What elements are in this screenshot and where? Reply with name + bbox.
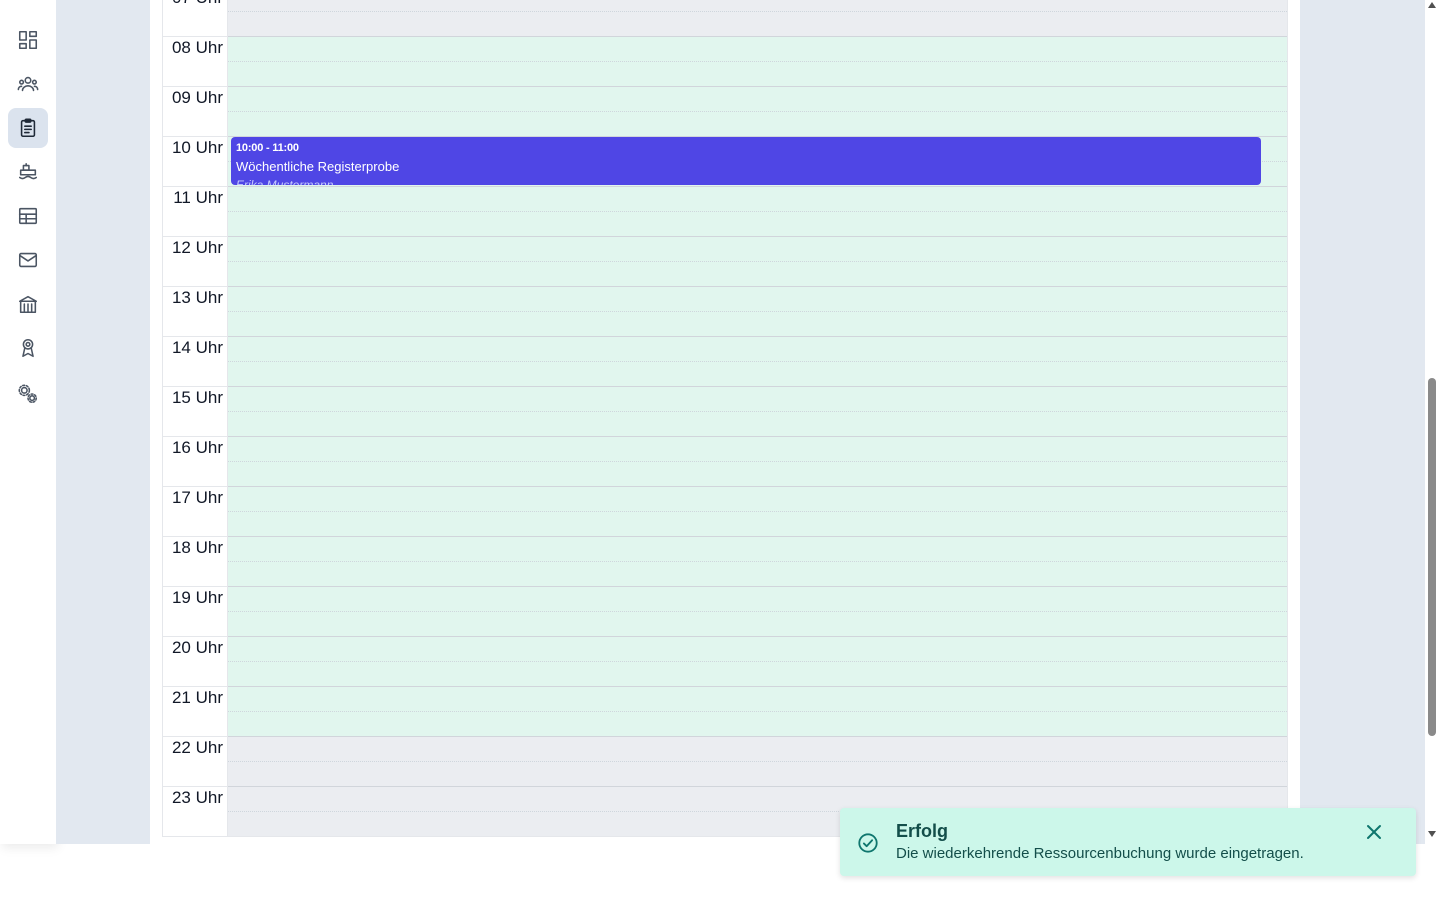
nav-dashboard[interactable] xyxy=(8,20,48,60)
day-calendar: 07 Uhr 08 Uhr 09 Uhr 10 Uhr 11 Uhr 12 Uhr 13 U… xyxy=(162,0,1288,837)
time-slot[interactable] xyxy=(228,686,1287,736)
hour-label: 13 Uhr xyxy=(171,288,223,307)
hour-label-cell: 18 Uhr xyxy=(163,536,228,586)
event-time: 10:00 - 11:00 xyxy=(236,142,299,154)
hour-label: 17 Uhr xyxy=(171,488,223,507)
scroll-up-arrow-icon[interactable] xyxy=(1428,2,1436,8)
scroll-down-arrow-icon[interactable] xyxy=(1428,831,1436,837)
hour-label: 14 Uhr xyxy=(171,338,223,357)
nav-settings[interactable] xyxy=(8,374,48,414)
scroll-thumb[interactable] xyxy=(1428,378,1436,736)
dashboard-icon xyxy=(18,30,38,50)
hour-label: 22 Uhr xyxy=(171,738,223,757)
hour-label: 21 Uhr xyxy=(171,688,223,707)
hour-label-cell: 14 Uhr xyxy=(163,336,228,386)
time-slot[interactable] xyxy=(228,436,1287,486)
hour-label-cell: 20 Uhr xyxy=(163,636,228,686)
hour-row: 15 Uhr xyxy=(163,386,1287,436)
hour-row: 11 Uhr xyxy=(163,186,1287,236)
page-background-left xyxy=(56,0,150,844)
time-slot[interactable] xyxy=(228,286,1287,336)
building-icon xyxy=(18,295,38,314)
toast-title: Erfolg xyxy=(896,821,948,841)
nav-mail[interactable] xyxy=(8,240,48,280)
hour-label: 09 Uhr xyxy=(171,88,223,107)
hour-label: 16 Uhr xyxy=(171,438,223,457)
hour-row: 18 Uhr xyxy=(163,536,1287,586)
hour-label: 07 Uhr xyxy=(172,0,223,8)
nav-bookings[interactable] xyxy=(8,108,48,148)
event-person: Erika Mustermann xyxy=(236,178,334,185)
check-circle-icon xyxy=(857,832,879,854)
calendar-event[interactable]: 10:00 - 11:00 Wöchentliche Registerprobe… xyxy=(231,137,1261,185)
ship-icon xyxy=(18,162,38,180)
time-slot[interactable] xyxy=(228,536,1287,586)
nav-locations[interactable] xyxy=(8,284,48,324)
close-icon[interactable] xyxy=(1364,822,1384,842)
hour-label-cell: 16 Uhr xyxy=(163,436,228,486)
hour-label: 08 Uhr xyxy=(171,38,223,57)
nav-resources[interactable] xyxy=(8,152,48,192)
hour-row: 17 Uhr xyxy=(163,486,1287,536)
hour-row: 07 Uhr xyxy=(163,0,1287,36)
members-icon xyxy=(17,76,39,92)
hour-label-cell: 10 Uhr xyxy=(163,136,228,186)
hour-label-cell: 15 Uhr xyxy=(163,386,228,436)
hour-label-cell: 12 Uhr xyxy=(163,236,228,286)
mail-icon xyxy=(18,252,38,268)
time-slot[interactable] xyxy=(228,86,1287,136)
page-background-right xyxy=(1300,0,1425,844)
hour-row: 14 Uhr xyxy=(163,336,1287,386)
clipboard-icon xyxy=(20,118,36,138)
hour-label-cell: 21 Uhr xyxy=(163,686,228,736)
time-slot[interactable] xyxy=(228,0,1287,36)
hour-row: 13 Uhr xyxy=(163,286,1287,336)
success-toast: Erfolg Die wiederkehrende Ressourcenbuch… xyxy=(840,808,1416,876)
hour-label-cell: 07 Uhr xyxy=(163,0,228,36)
nav-awards[interactable] xyxy=(8,328,48,368)
award-icon xyxy=(22,338,34,358)
hour-label-cell: 17 Uhr xyxy=(163,486,228,536)
time-slot[interactable] xyxy=(228,736,1287,786)
time-slot[interactable] xyxy=(228,586,1287,636)
hour-label: 18 Uhr xyxy=(171,538,223,557)
hour-label: 11 Uhr xyxy=(173,188,223,207)
nav-members[interactable] xyxy=(8,64,48,104)
time-slot[interactable] xyxy=(228,36,1287,86)
hour-label: 12 Uhr xyxy=(171,238,223,257)
hour-row: 20 Uhr xyxy=(163,636,1287,686)
hour-row: 08 Uhr xyxy=(163,36,1287,86)
hour-label-cell: 09 Uhr xyxy=(163,86,228,136)
sidebar xyxy=(0,0,56,844)
time-slot[interactable] xyxy=(228,636,1287,686)
hour-row: 16 Uhr xyxy=(163,436,1287,486)
time-slot[interactable] xyxy=(228,236,1287,286)
hour-label-cell: 22 Uhr xyxy=(163,736,228,786)
hour-row: 22 Uhr xyxy=(163,736,1287,786)
scrollbar[interactable] xyxy=(1425,0,1440,844)
hour-label: 20 Uhr xyxy=(171,638,223,657)
event-title: Wöchentliche Registerprobe xyxy=(236,159,400,174)
time-slot[interactable] xyxy=(228,186,1287,236)
hour-label-cell: 11 Uhr xyxy=(163,186,228,236)
toast-message: Die wiederkehrende Ressourcenbuchung wur… xyxy=(896,845,1304,862)
hour-row: 19 Uhr xyxy=(163,586,1287,636)
table-icon xyxy=(18,207,38,225)
hour-row: 12 Uhr xyxy=(163,236,1287,286)
hour-row: 09 Uhr xyxy=(163,86,1287,136)
hour-label-cell: 08 Uhr xyxy=(163,36,228,86)
hour-label: 23 Uhr xyxy=(171,788,223,807)
hour-label-cell: 13 Uhr xyxy=(163,286,228,336)
nav-tables[interactable] xyxy=(8,196,48,236)
hour-label-cell: 19 Uhr xyxy=(163,586,228,636)
time-slot[interactable] xyxy=(228,336,1287,386)
time-slot[interactable] xyxy=(228,486,1287,536)
hour-label: 19 Uhr xyxy=(171,588,223,607)
hour-row: 21 Uhr xyxy=(163,686,1287,736)
settings-icon xyxy=(18,384,38,404)
hour-label-cell: 23 Uhr xyxy=(163,786,228,836)
hour-label: 15 Uhr xyxy=(171,388,223,407)
time-slot[interactable] xyxy=(228,386,1287,436)
hour-label: 10 Uhr xyxy=(171,138,223,157)
